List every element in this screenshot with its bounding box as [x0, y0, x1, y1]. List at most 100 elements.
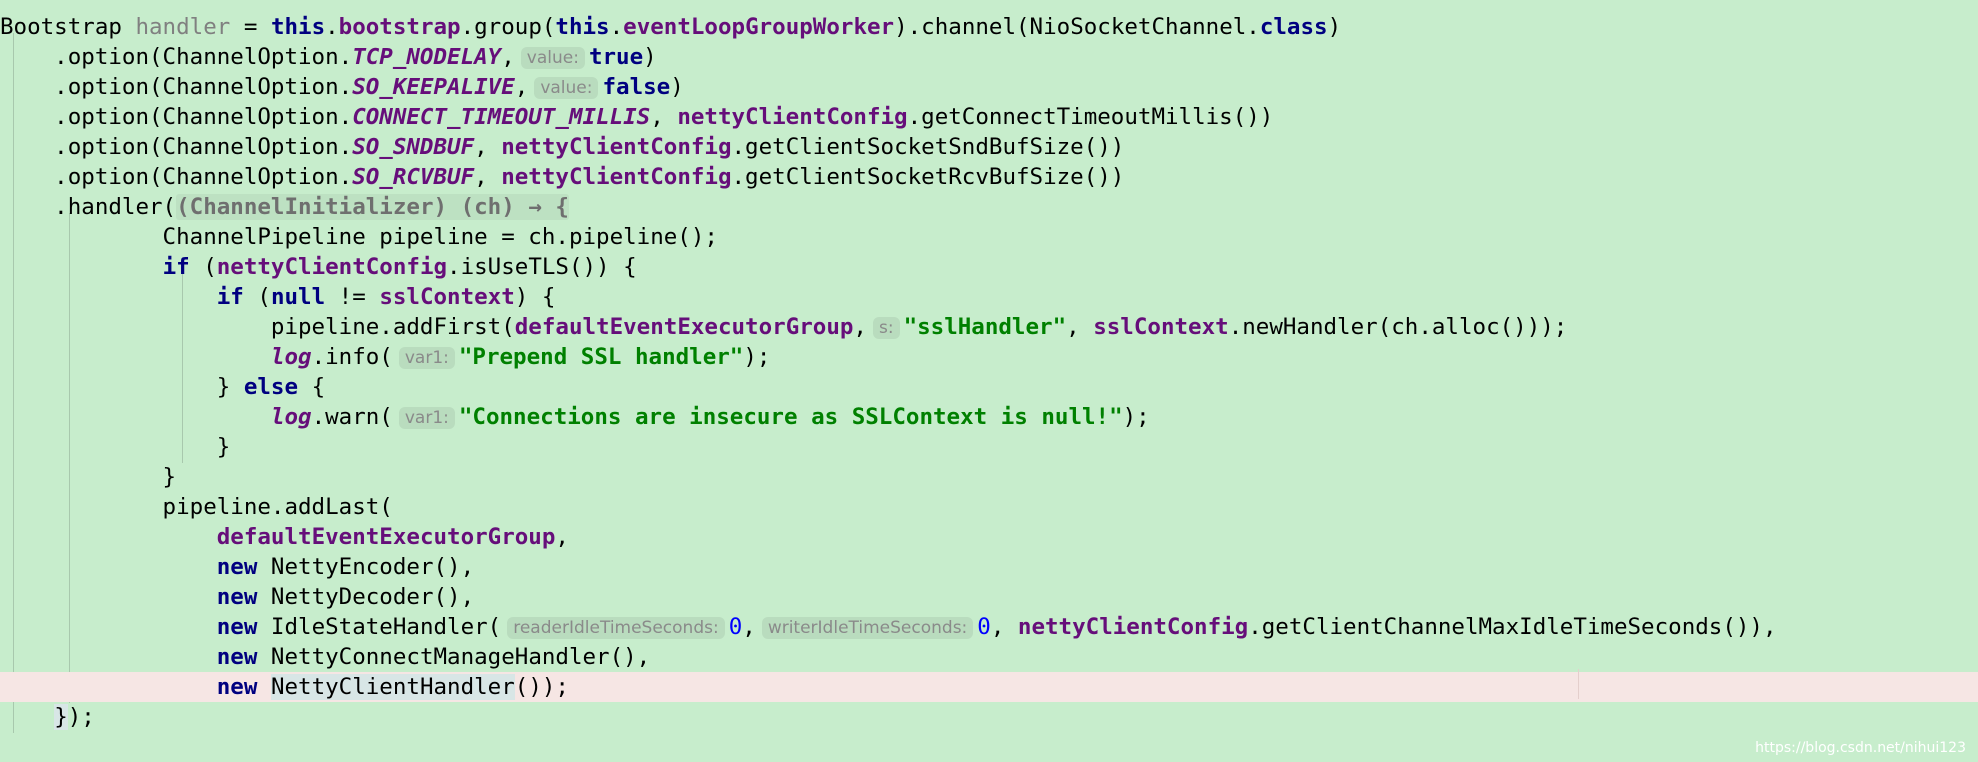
field-reference: nettyClientConfig	[216, 254, 448, 280]
code-line-20[interactable]: new NettyDecoder(),	[0, 582, 1978, 612]
field-reference: nettyClientConfig	[1017, 614, 1249, 640]
method-call: ).channel(NioSocketChannel.	[894, 14, 1260, 40]
parameter-hint: writerIdleTimeSeconds:	[761, 617, 974, 639]
parameter-hint: readerIdleTimeSeconds:	[507, 617, 725, 639]
method-call: .newHandler(ch.alloc()));	[1228, 314, 1568, 340]
keyword: if	[162, 254, 190, 280]
operator: !=	[325, 284, 380, 310]
punctuation: (	[189, 254, 217, 280]
keyword: class	[1259, 14, 1328, 40]
code-line-24[interactable]: });	[0, 702, 1978, 732]
keyword: new	[216, 584, 258, 610]
punctuation: ,	[514, 74, 529, 100]
code-line-7[interactable]: .handler((ChannelInitializer) (ch) → {	[0, 192, 1978, 222]
field-reference: nettyClientConfig	[677, 104, 908, 130]
method-call: pipeline.addLast(	[0, 494, 393, 520]
punctuation: ,	[650, 104, 678, 130]
field-reference: nettyClientConfig	[501, 164, 732, 190]
string-literal: "Connections are insecure as SSLContext …	[458, 404, 1123, 430]
code-line-2[interactable]: .option(ChannelOption.TCP_NODELAY, value:…	[0, 42, 1978, 72]
watermark: https://blog.csdn.net/nihui123	[1755, 740, 1966, 756]
punctuation: ,	[990, 614, 1018, 640]
punctuation: )	[1327, 14, 1342, 40]
code-line-12[interactable]: log.info(var1: "Prepend SSL handler");	[0, 342, 1978, 372]
punctuation: ) {	[514, 284, 556, 310]
field-reference: defaultEventExecutorGroup	[216, 524, 556, 550]
code-line-11[interactable]: pipeline.addFirst(defaultEventExecutorGr…	[0, 312, 1978, 342]
code-line-15[interactable]: }	[0, 432, 1978, 462]
code-line-9[interactable]: if (nettyClientConfig.isUseTLS()) {	[0, 252, 1978, 282]
field-reference: sslContext	[379, 284, 515, 310]
code-line-14[interactable]: log.warn(var1: "Connections are insecure …	[0, 402, 1978, 432]
code-line-23[interactable]: new NettyClientHandler());	[0, 672, 1978, 702]
code-line-3[interactable]: .option(ChannelOption.SO_KEEPALIVE, value…	[0, 72, 1978, 102]
code-line-22[interactable]: new NettyConnectManageHandler(),	[0, 642, 1978, 672]
punctuation: ,	[1066, 314, 1094, 340]
static-field: log	[270, 404, 312, 430]
code-line-6[interactable]: .option(ChannelOption.SO_RCVBUF, nettyCl…	[0, 162, 1978, 192]
code-line-18[interactable]: defaultEventExecutorGroup,	[0, 522, 1978, 552]
code-line-8[interactable]: ChannelPipeline pipeline = ch.pipeline()…	[0, 222, 1978, 252]
punctuation: (	[243, 284, 271, 310]
punctuation: ,	[501, 44, 515, 70]
keyword: this	[270, 14, 326, 40]
keyword: else	[243, 374, 299, 400]
parameter-hint: value:	[534, 77, 599, 99]
static-field: log	[270, 344, 312, 370]
code-line-17[interactable]: pipeline.addLast(	[0, 492, 1978, 522]
static-constant: SO_SNDBUF	[352, 134, 475, 160]
method-call: .getClientSocketSndBufSize())	[731, 134, 1125, 160]
number-literal: 0	[977, 614, 991, 640]
field-reference: bootstrap	[338, 14, 461, 40]
field-reference: defaultEventExecutorGroup	[514, 314, 854, 340]
class-name: NettyClientHandler	[270, 674, 515, 700]
punctuation: );	[67, 704, 95, 730]
closing-brace: }	[0, 434, 231, 460]
closing-brace: }	[0, 464, 177, 490]
string-literal: "sslHandler"	[903, 314, 1067, 340]
code-line-19[interactable]: new NettyEncoder(),	[0, 552, 1978, 582]
keyword: new	[216, 674, 258, 700]
punctuation: {	[298, 374, 326, 400]
method-call: .handler(	[0, 194, 177, 220]
field-reference: eventLoopGroupWorker	[623, 14, 895, 40]
keyword: new	[216, 614, 258, 640]
code-line-1[interactable]: Bootstrap handler = this.bootstrap.group…	[0, 12, 1978, 42]
parameter-hint: s:	[872, 317, 900, 339]
statement: ChannelPipeline pipeline = ch.pipeline()…	[0, 224, 718, 250]
punctuation: ,	[474, 164, 502, 190]
static-constant: TCP_NODELAY	[352, 44, 502, 70]
variable-name: handler	[135, 14, 231, 40]
code-line-10[interactable]: if (null != sslContext) {	[0, 282, 1978, 312]
code-line-16[interactable]: }	[0, 462, 1978, 492]
punctuation: ,	[853, 314, 867, 340]
parameter-hint: value:	[520, 47, 585, 69]
parameter-hint: var1:	[398, 407, 455, 429]
punctuation: )	[643, 44, 657, 70]
punctuation: ());	[514, 674, 569, 700]
static-constant: SO_RCVBUF	[352, 164, 475, 190]
keyword: false	[602, 74, 671, 100]
punctuation: .	[325, 14, 339, 40]
punctuation: ,	[742, 614, 756, 640]
code-editor[interactable]: Bootstrap handler = this.bootstrap.group…	[0, 0, 1978, 762]
constructor-call: IdleStateHandler(	[257, 614, 502, 640]
parameter-hint: var1:	[398, 347, 455, 369]
code-line-13[interactable]: } else {	[0, 372, 1978, 402]
code-line-21[interactable]: new IdleStateHandler(readerIdleTimeSecon…	[0, 612, 1978, 642]
field-reference: sslContext	[1093, 314, 1229, 340]
method-call: .option(ChannelOption.	[0, 104, 353, 130]
keyword: if	[216, 284, 244, 310]
punctuation: );	[1122, 404, 1150, 430]
code-line-4[interactable]: .option(ChannelOption.CONNECT_TIMEOUT_MI…	[0, 102, 1978, 132]
code-line-5[interactable]: .option(ChannelOption.SO_SNDBUF, nettyCl…	[0, 132, 1978, 162]
lambda-fold-hint[interactable]: (ChannelInitializer) (ch) → {	[176, 194, 569, 220]
method-call: .option(ChannelOption.	[0, 74, 353, 100]
